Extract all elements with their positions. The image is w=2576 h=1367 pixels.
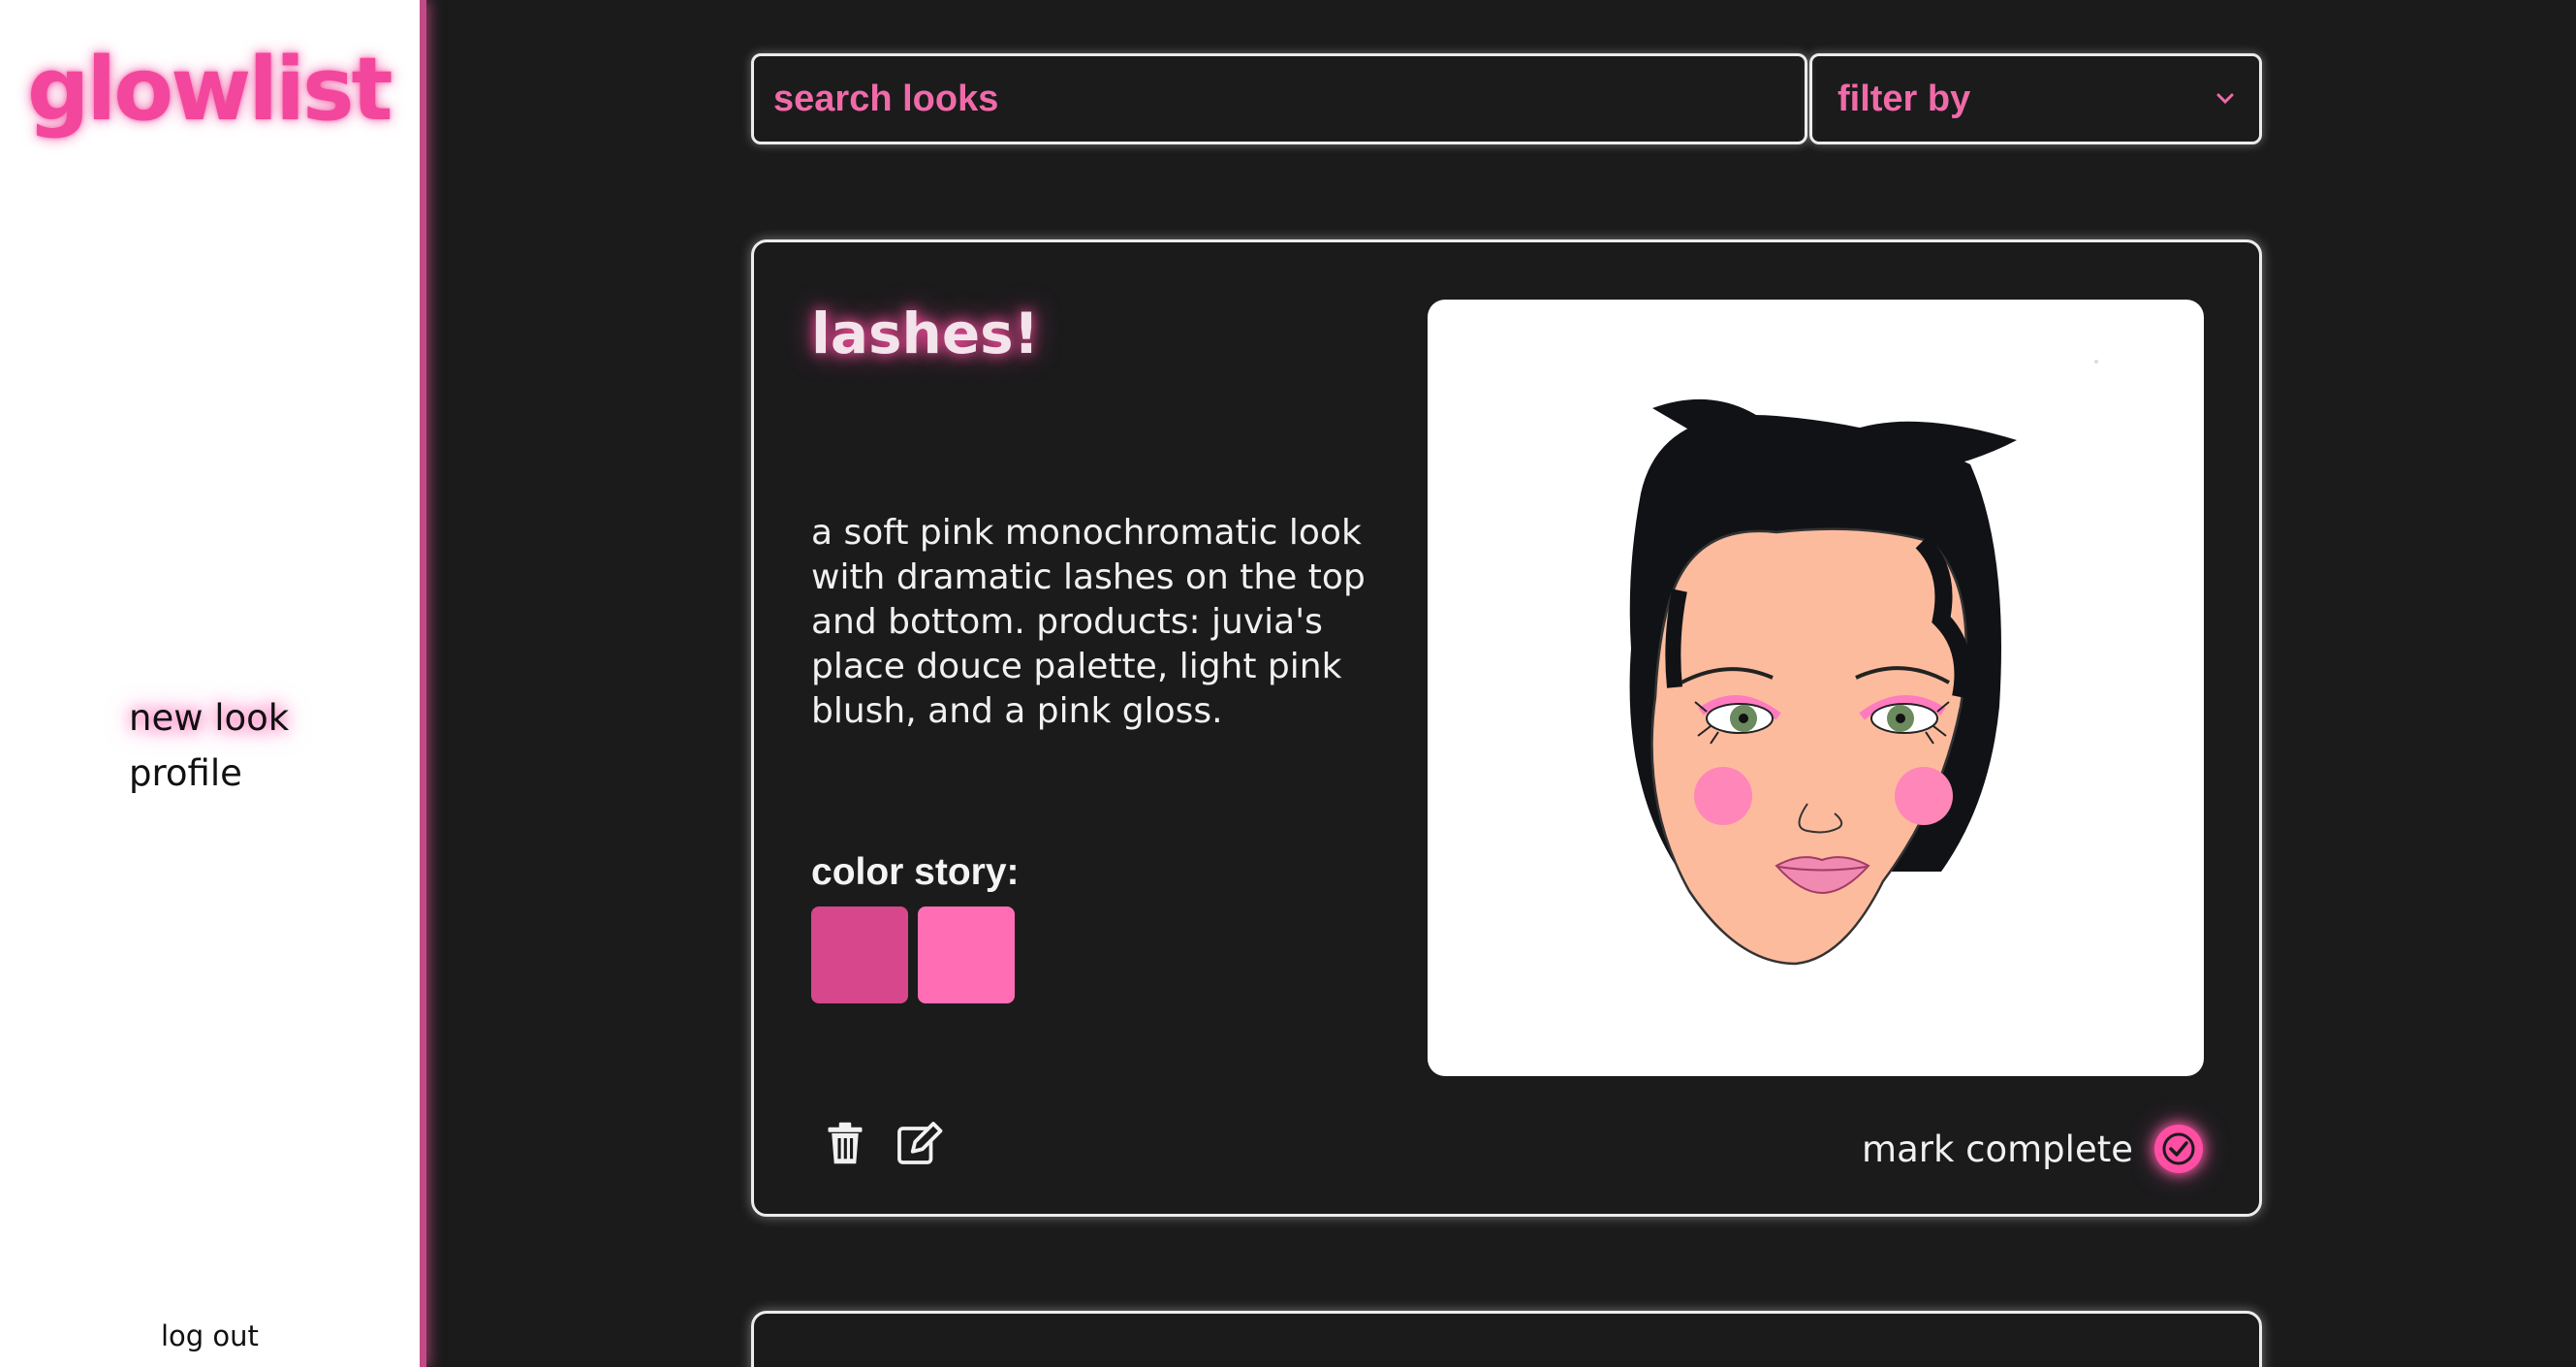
color-story-swatches	[811, 906, 1015, 1003]
color-story-label: color story:	[811, 851, 1020, 893]
color-swatch	[918, 906, 1015, 1003]
trash-icon[interactable]	[821, 1119, 869, 1167]
check-circle-icon	[2154, 1125, 2203, 1173]
nav-item-profile[interactable]: profile	[129, 746, 289, 801]
look-title: lashes!	[811, 301, 1040, 366]
color-swatch	[811, 906, 908, 1003]
sidebar: glowlist new look profile log out	[0, 0, 426, 1367]
logout-link[interactable]: log out	[161, 1319, 259, 1352]
mark-complete-button[interactable]: mark complete	[1862, 1125, 2203, 1173]
look-card-partial	[751, 1311, 2262, 1367]
look-card: lashes! a soft pink monochromatic look w…	[751, 239, 2262, 1217]
checkmark-icon	[2162, 1132, 2195, 1165]
nav-item-new-look[interactable]: new look	[129, 690, 289, 746]
filter-select[interactable]: filter by	[1809, 53, 2262, 144]
chevron-down-icon	[2216, 93, 2234, 105]
mark-complete-label: mark complete	[1862, 1128, 2133, 1170]
filter-select-value: filter by	[1838, 78, 1971, 119]
look-image	[1428, 300, 2204, 1076]
search-input[interactable]	[751, 53, 1807, 144]
app-logo[interactable]: glowlist	[27, 47, 393, 134]
face-illustration	[1629, 360, 2098, 966]
look-actions	[821, 1119, 943, 1167]
sidebar-nav: new look profile	[129, 690, 289, 801]
look-description: a soft pink monochromatic look with dram…	[811, 513, 1366, 731]
edit-icon[interactable]	[895, 1119, 943, 1167]
